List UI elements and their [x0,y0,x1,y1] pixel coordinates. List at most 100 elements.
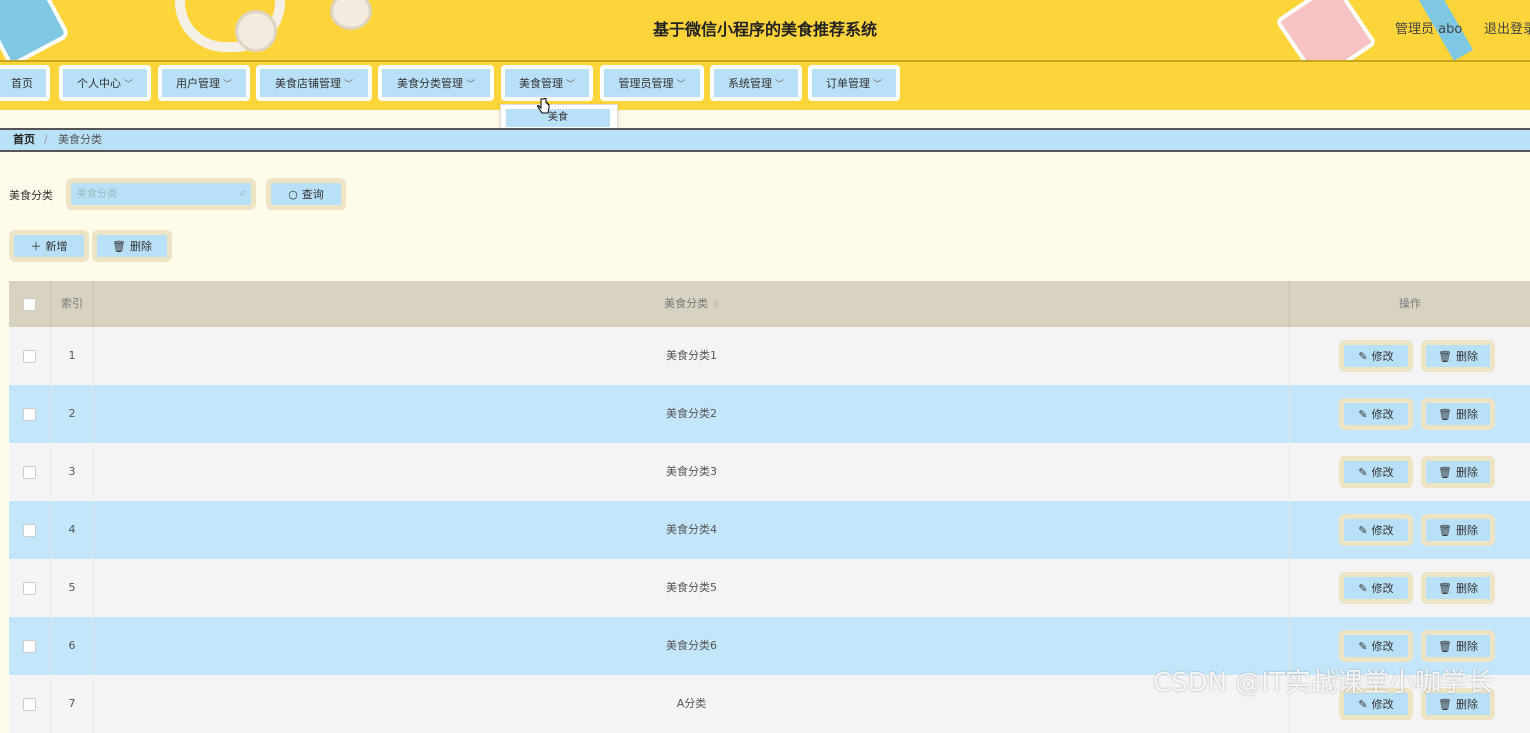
delete-button-label: 删除 [1455,408,1478,421]
row-select-cell [9,443,51,501]
nav-item-label: 管理员管理 [618,77,674,90]
edit-icon: ✎ [1358,581,1368,595]
search-icon: ⌕ [239,186,246,199]
row-category: A分类 [94,675,1290,733]
hand-cursor-icon [537,98,550,114]
nav-item-orders[interactable]: 订单管理 ﹀ [808,65,900,101]
row-checkbox[interactable] [23,523,36,537]
breadcrumb-current: 美食分类 [58,133,102,146]
top-nav: 首页 个人中心 ﹀ 用户管理 ﹀ 美食店铺管理 ﹀ 美食分类管理 ﹀ 美食管理 ﹀ 管理员… [0,62,1530,110]
chevron-down-icon: ﹀ [123,79,133,90]
nav-item-users[interactable]: 用户管理 ﹀ [158,65,250,101]
row-index: 7 [51,675,94,733]
chevron-down-icon: ﹀ [872,79,882,90]
nav-item-system[interactable]: 系统管理 ﹀ [710,65,802,101]
nav-item-admins[interactable]: 管理员管理 ﹀ [600,65,704,101]
nav-item-foods[interactable]: 美食管理 ﹀ [501,65,593,101]
delete-button-label: 删除 [1455,350,1478,363]
row-checkbox[interactable] [23,465,36,479]
current-user: 管理员 abo [1395,22,1463,37]
delete-button-label: 删除 [1455,582,1478,595]
edit-button[interactable]: ✎ 修改 [1339,630,1413,662]
delete-button[interactable]: 🗑 删除 [1421,572,1495,604]
nav-item-label: 用户管理 [175,77,220,90]
row-select-cell [9,385,51,443]
delete-button[interactable]: 🗑 删除 [1421,630,1495,662]
breadcrumb: 首页 / 美食分类 [0,128,1530,152]
table-row[interactable]: 5 美食分类5 ✎ 修改 🗑 删除 [9,559,1530,617]
dropdown-item-foods[interactable]: 美食 [506,109,610,127]
row-checkbox[interactable] [23,349,36,363]
table-row[interactable]: 2 美食分类2 ✎ 修改 🗑 删除 [9,385,1530,443]
search-field: ⌕ [66,178,256,210]
edit-button[interactable]: ✎ 修改 [1339,340,1413,372]
row-select-cell [9,501,51,559]
chevron-down-icon: ﹀ [676,79,686,90]
trash-icon: 🗑 [1438,349,1452,363]
nav-item-shops[interactable]: 美食店铺管理 ﹀ [256,65,372,101]
watermark: CSDN @IT实战课堂小咖学长 [1153,668,1493,698]
row-checkbox[interactable] [23,407,36,421]
delete-button[interactable]: 🗑 删除 [1421,398,1495,430]
table-row[interactable]: 1 美食分类1 ✎ 修改 🗑 删除 [9,327,1530,385]
delete-button[interactable]: 🗑 删除 [1421,340,1495,372]
chevron-down-icon: ﹀ [222,79,232,90]
row-index: 4 [51,501,94,559]
row-index: 1 [51,327,94,385]
trash-icon: 🗑 [1438,581,1452,595]
edit-icon: ✎ [1358,407,1368,421]
edit-button[interactable]: ✎ 修改 [1339,398,1413,430]
select-all-checkbox[interactable] [23,297,36,311]
delete-button-label: 删除 [1455,466,1478,479]
delete-button[interactable]: 🗑 删除 [1421,514,1495,546]
row-select-cell [9,559,51,617]
row-checkbox[interactable] [23,581,36,595]
query-button[interactable]: ○ 查询 [266,178,346,210]
nav-item-profile[interactable]: 个人中心 ﹀ [59,65,151,101]
edit-button[interactable]: ✎ 修改 [1339,572,1413,604]
row-index: 5 [51,559,94,617]
logout-link[interactable]: 退出登录 [1484,18,1530,37]
column-header-actions: 操作 [1399,297,1421,310]
trash-icon: 🗑 [1438,639,1452,653]
row-checkbox[interactable] [23,639,36,653]
search-input[interactable] [77,185,227,203]
edit-button-label: 修改 [1371,582,1394,595]
edit-button[interactable]: ✎ 修改 [1339,456,1413,488]
search-label: 美食分类 [9,189,53,202]
table-row[interactable]: 3 美食分类3 ✎ 修改 🗑 删除 [9,443,1530,501]
nav-item-home[interactable]: 首页 [0,65,50,101]
table-row[interactable]: 4 美食分类4 ✎ 修改 🗑 删除 [9,501,1530,559]
column-header-category[interactable]: 美食分类 ⇕ [94,281,1290,327]
edit-icon: ✎ [1358,523,1368,537]
edit-button-label: 修改 [1371,408,1394,421]
row-index: 6 [51,617,94,675]
add-button[interactable]: ＋新增 [9,230,89,262]
top-header: 基于微信小程序的美食推荐系统 管理员 abo 退出登录 [0,0,1530,62]
select-all-cell [9,281,51,327]
breadcrumb-home[interactable]: 首页 [13,130,35,150]
edit-icon: ✎ [1358,639,1368,653]
edit-button[interactable]: ✎ 修改 [1339,514,1413,546]
sort-icon[interactable]: ⇕ [712,300,719,309]
row-index: 2 [51,385,94,443]
trash-icon: 🗑 [1438,465,1452,479]
query-button-label: 查询 [301,188,324,201]
nav-item-label: 系统管理 [727,77,772,90]
row-category: 美食分类5 [94,559,1290,617]
bulk-delete-button[interactable]: 🗑 删除 [92,230,172,262]
delete-button[interactable]: 🗑 删除 [1421,456,1495,488]
nav-item-label: 个人中心 [76,77,121,90]
nav-item-food-categories[interactable]: 美食分类管理 ﹀ [378,65,494,101]
row-category: 美食分类1 [94,327,1290,385]
row-select-cell [9,675,51,733]
row-select-cell [9,327,51,385]
trash-icon: 🗑 [1438,407,1452,421]
system-title: 基于微信小程序的美食推荐系统 [652,20,877,39]
chevron-down-icon: ﹀ [565,79,575,90]
table-header: 索引 美食分类 ⇕ 操作 [9,281,1530,327]
chevron-down-icon: ﹀ [465,79,475,90]
trash-icon: 🗑 [112,239,126,253]
edit-button-label: 修改 [1371,466,1394,479]
edit-icon: ✎ [1358,349,1368,363]
